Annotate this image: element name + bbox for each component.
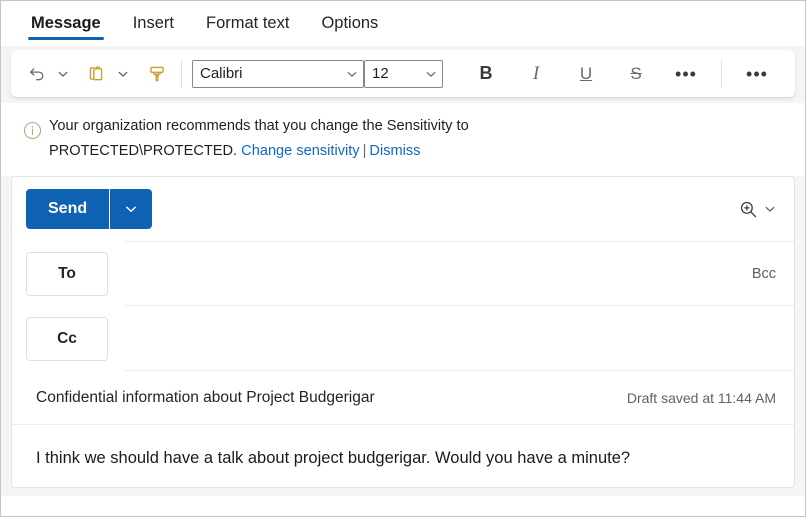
to-row: To Bcc	[12, 241, 794, 306]
toolbar-divider-2	[721, 59, 722, 88]
send-options-button[interactable]	[109, 189, 153, 229]
clipboard-paste-icon	[86, 63, 108, 85]
tab-format-text[interactable]: Format text	[190, 1, 305, 45]
italic-label: I	[532, 62, 540, 84]
cc-button-label: Cc	[57, 329, 77, 347]
tab-insert[interactable]: Insert	[117, 1, 190, 45]
compose-window: Message Insert Format text Options Calib…	[0, 0, 806, 517]
message-body-text: I think we should have a talk about proj…	[36, 449, 631, 467]
tab-message-label: Message	[31, 13, 101, 32]
italic-button[interactable]: I	[519, 57, 553, 91]
bold-label: B	[479, 63, 493, 83]
compose-card: Send To Bcc Cc Confidential information …	[11, 176, 795, 488]
sensitivity-message-line1: Your organization recommends that you ch…	[49, 118, 469, 134]
sensitivity-message: Your organization recommends that you ch…	[49, 113, 469, 164]
tab-options[interactable]: Options	[305, 1, 394, 45]
format-painter-button[interactable]	[141, 57, 173, 91]
more-formatting-button[interactable]: •••	[669, 57, 703, 91]
chevron-down-icon	[124, 202, 138, 216]
zoom-in-icon	[738, 199, 759, 220]
chevron-down-icon	[341, 68, 363, 80]
formatting-toolbar: Calibri 12 B I U S ••• •••	[11, 50, 795, 97]
dismiss-link[interactable]: Dismiss	[369, 143, 420, 159]
font-family-value: Calibri	[200, 65, 243, 82]
subject-row[interactable]: Confidential information about Project B…	[12, 371, 794, 425]
cc-input[interactable]	[124, 306, 794, 371]
overflow-ellipsis-icon: •••	[675, 63, 697, 84]
cc-button[interactable]: Cc	[26, 316, 108, 361]
tab-format-text-label: Format text	[206, 13, 290, 32]
font-family-select[interactable]: Calibri	[192, 59, 364, 88]
info-circle-icon	[15, 113, 49, 141]
to-input[interactable]: Bcc	[124, 241, 794, 306]
tab-options-label: Options	[321, 13, 379, 32]
compose-card-wrapper: Send To Bcc Cc Confidential information …	[1, 176, 805, 496]
toolbar-band: Calibri 12 B I U S ••• •••	[1, 46, 805, 103]
ribbon-tabstrip: Message Insert Format text Options	[1, 1, 805, 46]
underline-button[interactable]: U	[569, 57, 603, 91]
bold-button[interactable]: B	[469, 57, 503, 91]
more-commands-button[interactable]: •••	[740, 57, 774, 91]
chevron-down-icon	[420, 68, 442, 80]
underline-label: U	[579, 63, 593, 83]
paste-dropdown-button[interactable]	[113, 57, 133, 91]
sensitivity-recommendation-bar: Your organization recommends that you ch…	[1, 103, 805, 176]
strikethrough-button[interactable]: S	[619, 57, 653, 91]
tab-message[interactable]: Message	[15, 1, 117, 45]
draft-saved-status: Draft saved at 11:44 AM	[626, 389, 776, 406]
zoom-button[interactable]	[734, 194, 780, 225]
chevron-down-icon	[764, 203, 776, 215]
link-separator: |	[362, 143, 367, 159]
font-size-value: 12	[372, 65, 389, 82]
send-button-label: Send	[48, 200, 88, 217]
format-painter-icon	[146, 63, 168, 85]
bcc-button[interactable]: Bcc	[746, 262, 782, 286]
to-button[interactable]: To	[26, 251, 108, 296]
change-sensitivity-link[interactable]: Change sensitivity	[241, 143, 359, 159]
send-split-button: Send	[26, 189, 153, 229]
message-body-editor[interactable]: I think we should have a talk about proj…	[12, 425, 794, 487]
sensitivity-message-line2: PROTECTED\PROTECTED.	[49, 143, 242, 159]
to-button-label: To	[58, 264, 76, 282]
paste-button[interactable]	[81, 57, 113, 91]
cc-row: Cc	[12, 306, 794, 371]
tab-insert-label: Insert	[132, 13, 174, 32]
chevron-down-icon	[57, 68, 69, 80]
send-button[interactable]: Send	[26, 189, 110, 229]
chevron-down-icon	[117, 68, 129, 80]
send-row: Send	[12, 177, 794, 241]
strikethrough-label: S	[630, 63, 642, 83]
undo-dropdown-button[interactable]	[53, 57, 73, 91]
undo-icon	[26, 63, 48, 85]
undo-button[interactable]	[21, 57, 53, 91]
subject-input[interactable]: Confidential information about Project B…	[36, 389, 627, 407]
more-commands-ellipsis-icon: •••	[746, 63, 768, 84]
toolbar-divider-1	[181, 59, 182, 88]
font-size-select[interactable]: 12	[364, 59, 443, 88]
